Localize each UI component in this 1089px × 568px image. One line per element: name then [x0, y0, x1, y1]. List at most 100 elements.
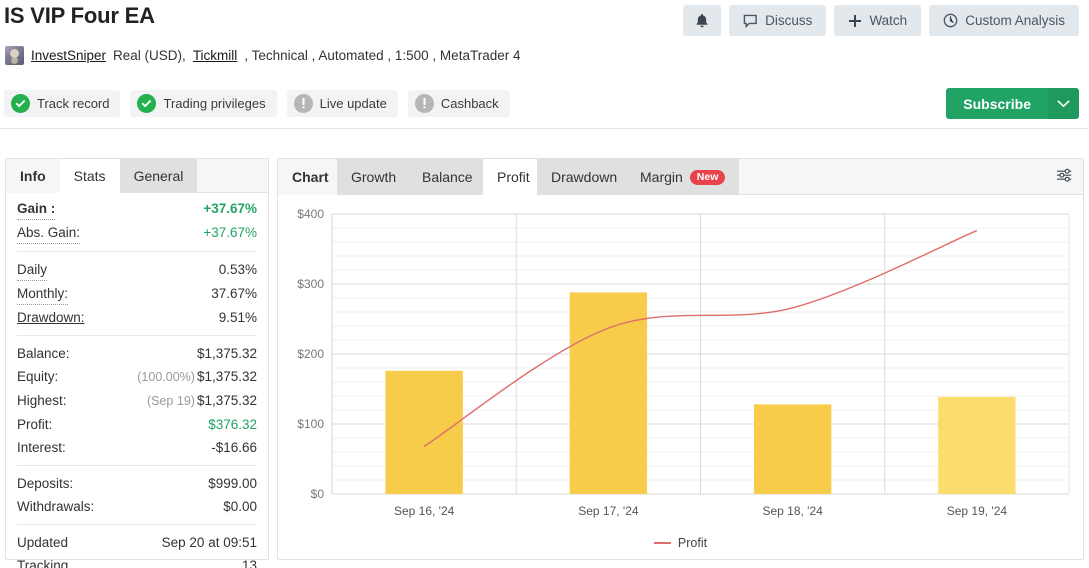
stat-label: Gain :: [17, 198, 56, 220]
chart-legend: Profit: [278, 536, 1083, 550]
profile-meta: InvestSniper Real (USD), Tickmill , Tech…: [5, 46, 520, 65]
tab-profit[interactable]: Profit: [483, 159, 544, 195]
discuss-label: Discuss: [765, 13, 813, 28]
page-title: IS VIP Four EA: [4, 3, 155, 28]
exclamation-icon: [414, 94, 434, 113]
stats-list: Gain : +37.67% Abs. Gain: +37.67% Daily …: [6, 193, 268, 568]
badge-trading-privileges[interactable]: Trading privileges: [130, 90, 277, 117]
account-type: Real (USD),: [113, 48, 186, 63]
y-axis-tick-label: $0: [310, 487, 324, 501]
stat-sub: (100.00%): [137, 370, 195, 384]
plus-icon: [848, 14, 862, 28]
profile-page: IS VIP Four EA Discuss Watch Custom Anal…: [0, 0, 1089, 568]
divider: [17, 524, 257, 525]
y-axis-tick-label: $300: [297, 277, 324, 291]
stat-value-wrap: (Sep 19) $1,375.32: [147, 390, 257, 412]
watch-button[interactable]: Watch: [834, 5, 922, 36]
stat-value: +37.67%: [203, 225, 257, 240]
watch-label: Watch: [869, 13, 908, 28]
notifications-button[interactable]: [683, 5, 722, 36]
tab-margin[interactable]: Margin New: [626, 159, 740, 195]
stat-value: +37.67%: [203, 201, 257, 216]
subscribe-dropdown-button[interactable]: [1048, 88, 1079, 119]
badge-label: Track record: [37, 96, 110, 111]
badge-live-update[interactable]: Live update: [286, 90, 398, 117]
tab-margin-label: Margin: [640, 169, 683, 185]
tab-chart[interactable]: Chart: [278, 159, 343, 195]
comment-icon: [743, 14, 758, 28]
y-axis-tick-label: $100: [297, 417, 324, 431]
stat-label: Monthly:: [17, 283, 69, 305]
legend-swatch-profit: [653, 542, 671, 544]
stat-row-drawdown: Drawdown: 9.51%: [17, 306, 257, 329]
stat-row-interest: Interest: -$16.66: [17, 436, 257, 459]
check-icon: [137, 94, 157, 113]
stat-label: Interest:: [17, 440, 66, 455]
x-axis-tick-label: Sep 19, '24: [946, 504, 1008, 518]
stat-value: $999.00: [208, 476, 257, 491]
stat-value: Sep 20 at 09:51: [161, 535, 257, 550]
custom-analysis-button[interactable]: Custom Analysis: [929, 5, 1079, 36]
stat-label: Daily: [17, 259, 48, 281]
header-actions: Discuss Watch Custom Analysis: [683, 5, 1079, 36]
chart-tabs: Chart Growth Balance Profit Drawdown Mar…: [278, 159, 1083, 195]
divider: [17, 335, 257, 336]
broker-link[interactable]: Tickmill: [193, 48, 238, 63]
subscribe-button[interactable]: Subscribe: [946, 88, 1048, 119]
stat-row-tracking: Tracking 13: [17, 554, 257, 568]
tab-balance[interactable]: Balance: [408, 159, 487, 195]
stat-row-equity: Equity: (100.00%) $1,375.32: [17, 365, 257, 389]
tab-general[interactable]: General: [119, 159, 198, 193]
stat-value: 9.51%: [218, 310, 257, 325]
y-axis-tick-label: $200: [297, 347, 324, 361]
profit-chart: Profit $0 $100 $200 $300 $400 Sep 16, '24 Sep …: [278, 196, 1083, 560]
verification-badges: Track record Trading privileges Live upd…: [4, 90, 510, 117]
stat-sub: (Sep 19): [146, 394, 195, 408]
info-panel-tabs: Info Stats General: [6, 159, 268, 193]
x-axis-tick-label: Sep 16, '24: [393, 504, 455, 518]
y-axis-tick-label: $400: [297, 207, 324, 221]
x-axis-tick-label: Sep 18, '24: [762, 504, 823, 518]
badge-cashback[interactable]: Cashback: [407, 90, 510, 117]
chart-settings-button[interactable]: [1051, 164, 1077, 190]
stat-row-daily: Daily 0.53%: [17, 258, 257, 282]
badge-track-record[interactable]: Track record: [4, 90, 121, 117]
stat-label: Updated: [17, 535, 69, 550]
badge-label: Live update: [319, 96, 387, 111]
stat-label: Tracking: [17, 558, 69, 568]
tab-stats[interactable]: Stats: [59, 159, 120, 193]
tab-growth[interactable]: Growth: [337, 159, 411, 195]
stat-value: 37.67%: [211, 286, 257, 301]
header-divider: [0, 128, 1089, 129]
stat-row-profit: Profit: $376.32: [17, 413, 257, 436]
stat-row-gain: Gain : +37.67%: [17, 197, 257, 221]
stat-value: 13: [241, 558, 257, 568]
discuss-button[interactable]: Discuss: [729, 5, 827, 36]
stat-row-monthly: Monthly: 37.67%: [17, 282, 257, 306]
divider: [17, 251, 257, 252]
stat-label: Balance:: [17, 346, 70, 361]
sliders-icon: [1054, 165, 1074, 190]
stat-row-highest: Highest: (Sep 19) $1,375.32: [17, 389, 257, 413]
stat-label: Withdrawals:: [17, 499, 95, 514]
tab-info[interactable]: Info: [6, 159, 60, 193]
tab-drawdown[interactable]: Drawdown: [537, 159, 632, 195]
new-badge: New: [689, 169, 726, 185]
profile-details: , Technical , Automated , 1:500 , MetaTr…: [244, 48, 521, 63]
author-link[interactable]: InvestSniper: [31, 48, 106, 63]
stat-value: -$16.66: [211, 440, 257, 455]
clock-icon: [943, 13, 958, 28]
stat-row-withdrawals: Withdrawals: $0.00: [17, 495, 257, 518]
stat-value: $1,375.32: [196, 346, 257, 361]
page-header: IS VIP Four EA Discuss Watch Custom Anal…: [0, 0, 1089, 129]
stat-value: 0.53%: [218, 262, 257, 277]
stat-label: Profit:: [17, 417, 53, 432]
stat-value: $376.32: [208, 417, 257, 432]
stat-row-updated: Updated Sep 20 at 09:51: [17, 531, 257, 554]
stat-row-balance: Balance: $1,375.32: [17, 342, 257, 365]
custom-analysis-label: Custom Analysis: [965, 13, 1065, 28]
stat-label: Drawdown:: [17, 310, 85, 325]
check-icon: [11, 94, 30, 113]
badge-label: Trading privileges: [163, 96, 266, 111]
stat-value: $0.00: [223, 499, 257, 514]
